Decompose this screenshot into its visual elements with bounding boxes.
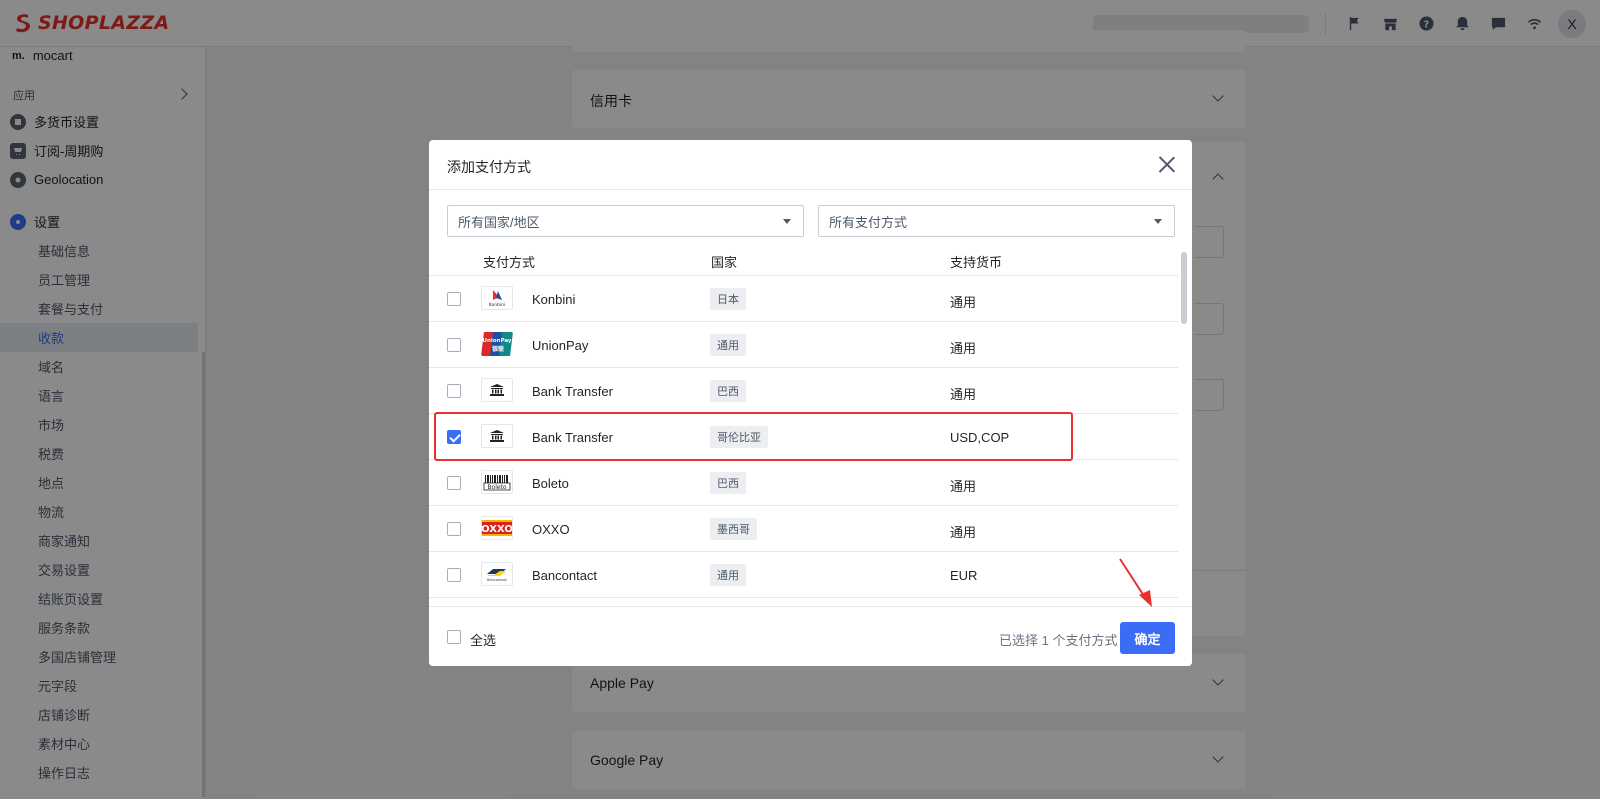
payment-method-name: OXXO [532,522,570,537]
row-checkbox[interactable] [447,292,461,306]
method-filter-select[interactable]: 所有支付方式 [818,205,1175,237]
table-row[interactable]: Boleto Boleto 巴西 通用 [429,460,1178,506]
payment-method-name: Konbini [532,292,576,307]
selection-highlight-box [434,412,1073,461]
select-all-checkbox[interactable] [447,630,461,644]
method-filter-value: 所有支付方式 [829,214,908,230]
svg-text:OXXO: OXXO [482,524,512,535]
currency-value: 通用 [950,295,977,310]
column-header-method: 支付方式 [483,255,536,270]
selected-count-text: 已选择 1 个支付方式 [999,633,1118,648]
table-row[interactable]: Konbini Konbini 日本 通用 [429,276,1178,322]
svg-text:UnionPay: UnionPay [483,338,512,344]
payment-method-name: Bancontact [532,568,598,583]
modal-header: 添加支付方式 [429,140,1192,190]
red-arrow-icon [1119,558,1152,607]
payment-method-name: UnionPay [532,338,589,353]
konbini-logo: Konbini [481,286,513,310]
bank-icon [481,378,513,402]
svg-text:Boleto: Boleto [487,484,506,491]
row-checkbox[interactable] [447,476,461,490]
add-payment-method-modal: 添加支付方式 所有国家/地区 所有支付方式 支付方式 国家 支持货币 Konbi… [429,140,1192,666]
modal-footer: 全选 已选择 1 个支付方式 确定 [429,606,1192,666]
payment-method-name: Bank Transfer [532,384,613,399]
svg-text:银联: 银联 [492,345,504,353]
caret-down-icon [783,219,791,224]
oxxo-logo: OXXO [481,516,513,540]
payment-method-name: Boleto [532,476,569,491]
column-header-currency: 支持货币 [950,255,1003,270]
table-row[interactable]: OXXO OXXO 墨西哥 通用 [429,506,1178,552]
country-tag: 日本 [710,288,746,310]
currency-value: 通用 [950,525,977,540]
close-icon[interactable] [1158,155,1176,173]
country-tag: 墨西哥 [710,518,757,540]
country-tag: 巴西 [710,380,746,402]
unionpay-logo: UnionPay 银联 [481,332,513,356]
svg-text:Konbini: Konbini [489,302,506,308]
svg-text:Bancontact: Bancontact [487,578,507,582]
boleto-logo: Boleto [481,470,513,494]
confirm-button[interactable]: 确定 [1120,622,1175,654]
country-filter-value: 所有国家/地区 [458,214,540,230]
caret-down-icon [1154,219,1162,224]
currency-value: 通用 [950,387,977,402]
row-checkbox[interactable] [447,522,461,536]
select-all-label[interactable]: 全选 [470,630,496,649]
row-checkbox[interactable] [447,384,461,398]
country-tag: 通用 [710,564,746,586]
currency-value: 通用 [950,341,977,356]
country-tag: 巴西 [710,472,746,494]
modal-title: 添加支付方式 [447,159,531,175]
table-row[interactable]: Bancontact Bancontact 通用 EUR [429,552,1178,598]
bancontact-logo: Bancontact [481,562,513,586]
currency-value: 通用 [950,479,977,494]
modal-scrollbar-thumb[interactable] [1181,252,1187,324]
row-checkbox[interactable] [447,338,461,352]
currency-value: EUR [950,568,978,583]
country-filter-select[interactable]: 所有国家/地区 [447,205,804,237]
table-row[interactable]: UnionPay 银联 UnionPay 通用 通用 [429,322,1178,368]
table-row[interactable]: Bank Transfer 巴西 通用 [429,368,1178,414]
country-tag: 通用 [710,334,746,356]
row-checkbox[interactable] [447,568,461,582]
column-header-country: 国家 [711,255,738,270]
